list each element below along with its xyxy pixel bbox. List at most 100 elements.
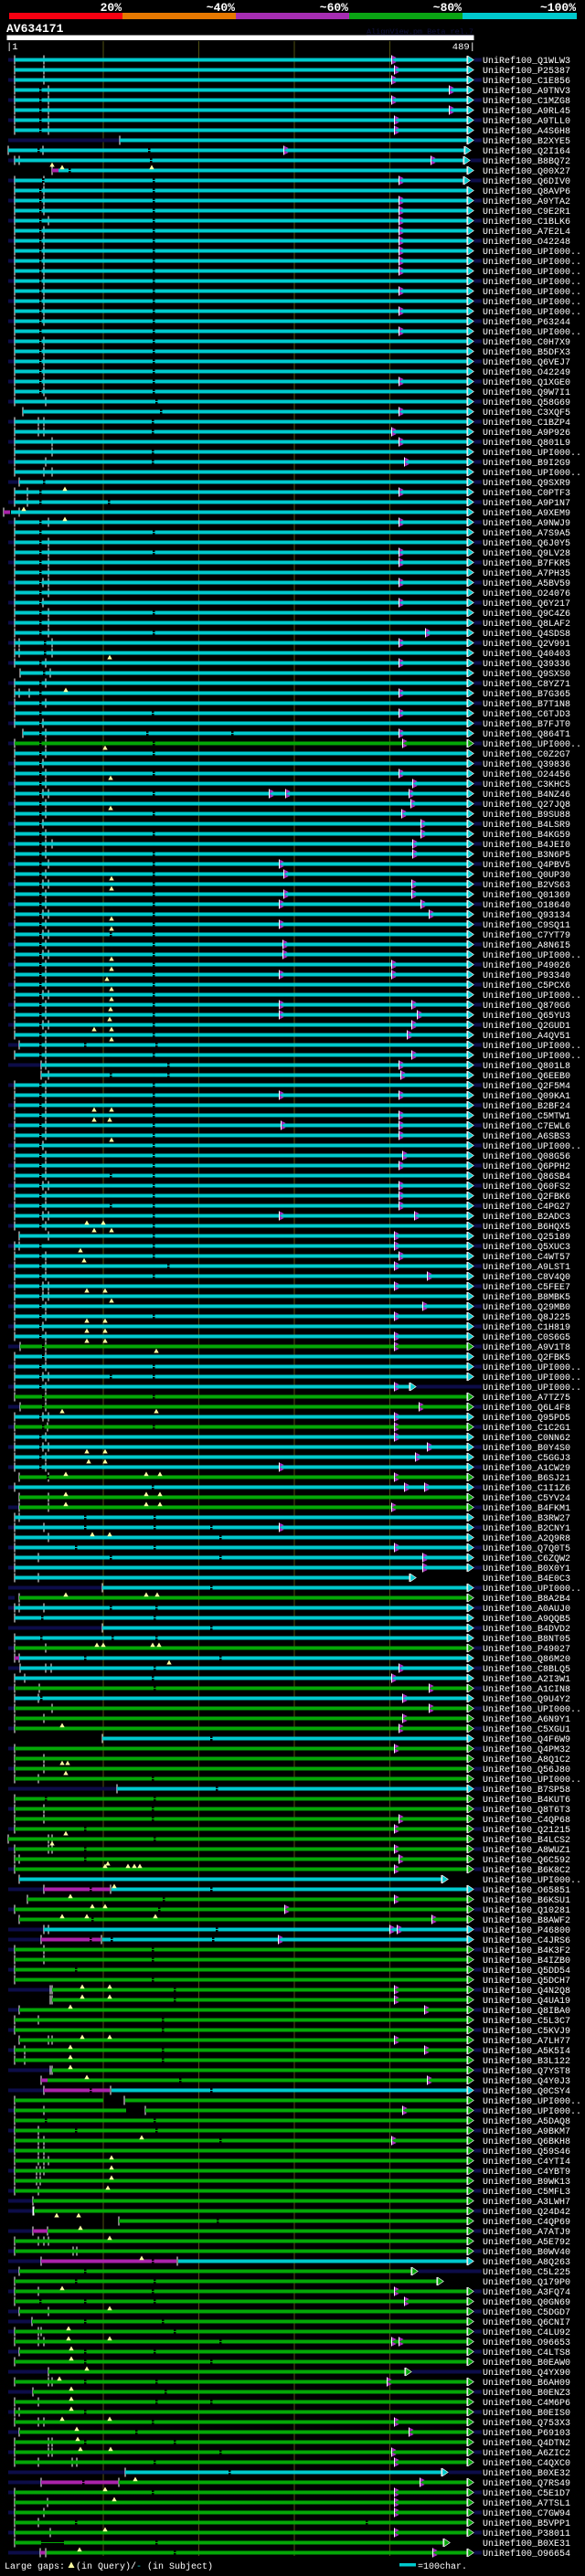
svg-text:UniRef100_UPI000..: UniRef100_UPI000.. [483,277,581,288]
svg-text:UniRef100_Q08G56: UniRef100_Q08G56 [483,1151,570,1162]
svg-text:UniRef100_Q8T6T3: UniRef100_Q8T6T3 [483,1805,570,1816]
svg-text:UniRef100_A5BV59: UniRef100_A5BV59 [483,578,570,589]
svg-text:UniRef100_B0ENZ3: UniRef100_B0ENZ3 [483,2388,570,2399]
svg-text:UniRef100_UPI000..: UniRef100_UPI000.. [483,991,581,1002]
svg-text:UniRef100_UPI000..: UniRef100_UPI000.. [483,1704,581,1715]
svg-text:UniRef100_A8WUZ1: UniRef100_A8WUZ1 [483,1845,570,1856]
svg-text:UniRef100_UPI000..: UniRef100_UPI000.. [483,468,581,479]
svg-text:UniRef100_UPI000..: UniRef100_UPI000.. [483,950,581,961]
svg-text:UniRef100_Q8LAF2: UniRef100_Q8LAF2 [483,619,570,630]
svg-text:UniRef100_C4YTI4: UniRef100_C4YTI4 [483,2157,570,2168]
svg-text:489|: 489| [452,42,475,53]
svg-text:UniRef100_C1MZG8: UniRef100_C1MZG8 [483,96,570,107]
svg-text:UniRef100_UPI000..: UniRef100_UPI000.. [483,739,581,750]
svg-text:UniRef100_C5DGD7: UniRef100_C5DGD7 [483,2307,570,2318]
svg-text:UniRef100_A9P1N7: UniRef100_A9P1N7 [483,498,570,509]
svg-text:UniRef100_Q39836: UniRef100_Q39836 [483,759,570,770]
svg-text:UniRef100_P93340: UniRef100_P93340 [483,970,570,981]
svg-text:UniRef100_A9V1T8: UniRef100_A9V1T8 [483,1342,570,1353]
svg-text:UniRef100_Q1WLW3: UniRef100_Q1WLW3 [483,56,570,67]
svg-text:UniRef100_UPI000..: UniRef100_UPI000.. [483,327,581,338]
svg-text:UniRef100_UPI000..: UniRef100_UPI000.. [483,1875,581,1886]
svg-text:UniRef100_UPI000..: UniRef100_UPI000.. [483,307,581,318]
svg-text:UniRef100_A4S6H8: UniRef100_A4S6H8 [483,126,570,137]
svg-text:UniRef100_O96654: UniRef100_O96654 [483,2549,570,2560]
svg-text:UniRef100_C7YT79: UniRef100_C7YT79 [483,930,570,941]
svg-text:UniRef100_A7S9A5: UniRef100_A7S9A5 [483,528,570,539]
svg-text:UniRef100_Q29MB0: UniRef100_Q29MB0 [483,1302,570,1313]
svg-text:UniRef100_C7GW94: UniRef100_C7GW94 [483,2508,570,2519]
svg-text:UniRef100_A7E2L4: UniRef100_A7E2L4 [483,227,570,238]
svg-text:~60%: ~60% [320,1,348,15]
svg-text:UniRef100_UPI000..: UniRef100_UPI000.. [483,1051,581,1062]
svg-text:UniRef100_B0WV40: UniRef100_B0WV40 [483,2247,570,2258]
svg-text:UniRef100_Q00X27: UniRef100_Q00X27 [483,166,570,177]
svg-text:UniRef100_A1CIN8: UniRef100_A1CIN8 [483,1684,570,1695]
svg-text:UniRef100_Q95PD5: UniRef100_Q95PD5 [483,1413,570,1424]
svg-text:UniRef100_B4DVD2: UniRef100_B4DVD2 [483,1624,570,1635]
svg-text:UniRef100_C1H819: UniRef100_C1H819 [483,1322,570,1333]
svg-text:UniRef100_Q6CNI7: UniRef100_Q6CNI7 [483,2317,570,2328]
svg-text:UniRef100_B4NZ46: UniRef100_B4NZ46 [483,790,570,800]
svg-text:UniRef100_A9P926: UniRef100_A9P926 [483,428,570,439]
svg-text:UniRef100_C4QP68: UniRef100_C4QP68 [483,1815,570,1826]
svg-text:UniRef100_Q40403: UniRef100_Q40403 [483,649,570,660]
svg-text:UniRef100_C1E856: UniRef100_C1E856 [483,76,570,87]
svg-text:UniRef100_A7LH77: UniRef100_A7LH77 [483,2036,570,2047]
svg-text:UniRef100_C8BLQ5: UniRef100_C8BLQ5 [483,1664,570,1675]
svg-text:UniRef100_Q27JQ8: UniRef100_Q27JQ8 [483,800,570,811]
svg-text:UniRef100_B0EIS0: UniRef100_B0EIS0 [483,2408,570,2419]
svg-text:UniRef100_B4KUT6: UniRef100_B4KUT6 [483,1795,570,1806]
svg-text:UniRef100_B4FKM1: UniRef100_B4FKM1 [483,1503,570,1514]
svg-text:UniRef100_Q0UP30: UniRef100_Q0UP30 [483,870,570,881]
svg-text:UniRef100_Q0GN69: UniRef100_Q0GN69 [483,2297,570,2308]
svg-text:UniRef100_B6AH09: UniRef100_B6AH09 [483,2378,570,2389]
svg-text:UniRef100_C5E1D7: UniRef100_C5E1D7 [483,2488,570,2499]
svg-text:UniRef100_C5PCX6: UniRef100_C5PCX6 [483,981,570,991]
svg-text:UniRef100_C5YV24: UniRef100_C5YV24 [483,1493,570,1504]
svg-text:UniRef100_A9TNV3: UniRef100_A9TNV3 [483,86,570,97]
svg-text:UniRef100_O65851: UniRef100_O65851 [483,1885,570,1896]
svg-text:UniRef100_B6SJ21: UniRef100_B6SJ21 [483,1473,570,1484]
svg-text:UniRef100_Q753X3: UniRef100_Q753X3 [483,2418,570,2429]
svg-text:UniRef100_C5MTW1: UniRef100_C5MTW1 [483,1111,570,1122]
svg-text:UniRef100_UPI000..: UniRef100_UPI000.. [483,1775,581,1786]
svg-text:UniRef100_Q2GUD1: UniRef100_Q2GUD1 [483,1021,570,1032]
svg-text:(in Query)/- (in Subject): (in Query)/- (in Subject) [76,2561,213,2572]
svg-text:UniRef100_B3N6P5: UniRef100_B3N6P5 [483,850,570,861]
svg-text:UniRef100_A2I3W1: UniRef100_A2I3W1 [483,1674,570,1685]
svg-text:UniRef100_Q2FBK5: UniRef100_Q2FBK5 [483,1352,570,1363]
svg-text:UniRef100_C4QXC0: UniRef100_C4QXC0 [483,2458,570,2469]
svg-text:UniRef100_C5L3C7: UniRef100_C5L3C7 [483,2016,570,2027]
svg-text:UniRef100_B4K3F2: UniRef100_B4K3F2 [483,1945,570,1956]
svg-text:UniRef100_Q8AVP6: UniRef100_Q8AVP6 [483,186,570,197]
svg-text:UniRef100_Q4Y0J3: UniRef100_Q4Y0J3 [483,2076,570,2087]
svg-text:UniRef100_Q09KA1: UniRef100_Q09KA1 [483,1091,570,1102]
svg-text:UniRef100_Q4PM32: UniRef100_Q4PM32 [483,1744,570,1755]
svg-text:UniRef100_Q8IBA0: UniRef100_Q8IBA0 [483,2006,570,2017]
svg-text:UniRef100_B2CNY1: UniRef100_B2CNY1 [483,1523,570,1534]
svg-text:UniRef100_Q870G6: UniRef100_Q870G6 [483,1001,570,1012]
svg-text:UniRef100_A9TLL0: UniRef100_A9TLL0 [483,116,570,127]
svg-text:~40%: ~40% [207,1,235,15]
svg-text:UniRef100_C4JRS6: UniRef100_C4JRS6 [483,1935,570,1946]
svg-text:|1: |1 [6,42,18,53]
svg-text:UniRef100_C4LTS8: UniRef100_C4LTS8 [483,2348,570,2359]
svg-text:=100char.: =100char. [418,2561,467,2572]
svg-text:UniRef100_Q7RS49: UniRef100_Q7RS49 [483,2478,570,2489]
svg-text:UniRef100_Q6VEJ7: UniRef100_Q6VEJ7 [483,357,570,368]
svg-text:UniRef100_A5E792: UniRef100_A5E792 [483,2237,570,2248]
svg-text:UniRef100_B7T1N8: UniRef100_B7T1N8 [483,699,570,710]
svg-text:UniRef100_A7TZ75: UniRef100_A7TZ75 [483,1393,570,1404]
svg-text:UniRef100_C0PTF3: UniRef100_C0PTF3 [483,488,570,499]
svg-text:UniRef100_A9YTA2: UniRef100_A9YTA2 [483,196,570,207]
svg-text:UniRef100_Q4N2Q8: UniRef100_Q4N2Q8 [483,1986,570,1997]
svg-text:UniRef100_UPI000..: UniRef100_UPI000.. [483,297,581,308]
svg-text:UniRef100_B4LCS2: UniRef100_B4LCS2 [483,1835,570,1846]
svg-text:UniRef100_B3RW27: UniRef100_B3RW27 [483,1513,570,1524]
svg-text:UniRef100_A7TSL1: UniRef100_A7TSL1 [483,2498,570,2509]
svg-text:UniRef100_Q801L8: UniRef100_Q801L8 [483,1061,570,1072]
svg-text:UniRef100_A9XEM9: UniRef100_A9XEM9 [483,508,570,519]
svg-text:UniRef100_Q2F5M4: UniRef100_Q2F5M4 [483,1081,570,1092]
svg-text:UniRef100_O24456: UniRef100_O24456 [483,769,570,780]
